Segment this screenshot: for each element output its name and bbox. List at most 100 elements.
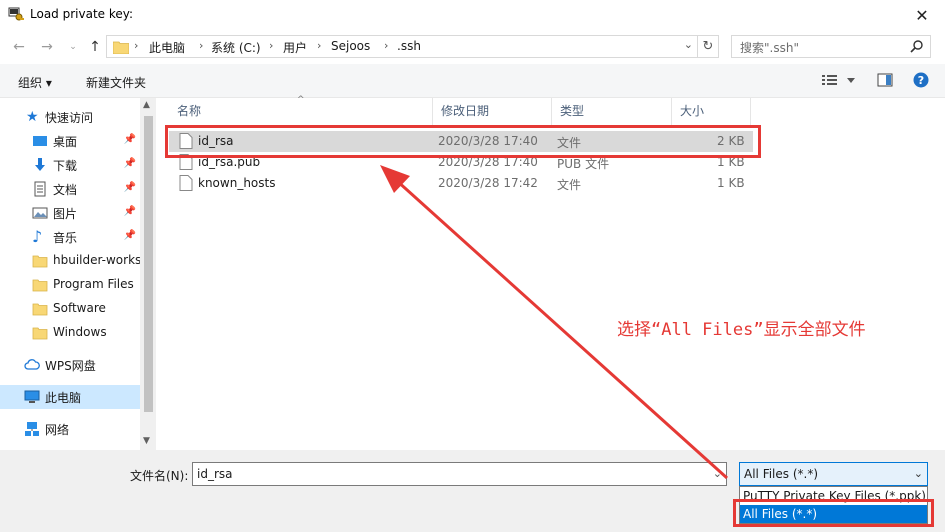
address-bar: ← → ⌄ ↑ › 此电脑 › 系统 (C:) › 用户 › Sejoos › … (0, 30, 945, 64)
sidebar-item-label: Software (53, 301, 106, 315)
refresh-icon: ↻ (702, 39, 714, 54)
navigation-pane: ★ 快速访问 桌面 📌 下载 📌 文档 📌 图片 📌 ♪ 音乐 📌 hbuild… (0, 98, 156, 450)
preview-pane-icon[interactable] (877, 72, 893, 88)
pin-icon: 📌 (123, 158, 136, 169)
column-header-modified[interactable]: 修改日期 (433, 98, 552, 125)
sidebar-item-desktop[interactable]: 桌面 📌 (0, 129, 140, 153)
search-input[interactable]: 搜索".ssh" (731, 35, 931, 58)
document-icon (34, 181, 46, 197)
file-size: 1 KB (717, 176, 745, 190)
sidebar-item-program-files[interactable]: Program Files (0, 273, 140, 297)
breadcrumb-item[interactable]: .ssh (397, 39, 421, 53)
command-bar: 组织 ▾ 新建文件夹 ? (0, 64, 945, 98)
breadcrumb-separator: › (269, 39, 274, 52)
breadcrumb-item[interactable]: 系统 (C:) (211, 39, 261, 56)
folder-icon (32, 255, 48, 268)
folder-icon (32, 279, 48, 292)
pin-icon: 📌 (123, 206, 136, 217)
filetype-value: All Files (*.*) (744, 467, 819, 481)
sidebar-item-hbuilder[interactable]: hbuilder-works (0, 249, 141, 273)
sidebar-item-documents[interactable]: 文档 📌 (0, 177, 140, 201)
sidebar-item-downloads[interactable]: 下载 📌 (0, 153, 140, 177)
sidebar-item-quick-access[interactable]: ★ 快速访问 (0, 105, 140, 129)
organize-button[interactable]: 组织 ▾ (18, 74, 52, 91)
breadcrumb-separator: › (317, 39, 322, 52)
sidebar-item-label: 此电脑 (45, 391, 82, 405)
folder-icon (113, 41, 129, 54)
help-icon[interactable]: ? (913, 72, 929, 88)
breadcrumb-item[interactable]: 用户 (283, 39, 307, 56)
sidebar-item-label: 快速访问 (45, 111, 94, 125)
computer-icon (24, 390, 40, 403)
close-button[interactable]: ✕ (899, 0, 945, 30)
file-modified: 2020/3/28 17:42 (438, 176, 538, 190)
sidebar-item-software[interactable]: Software (0, 297, 140, 321)
picture-icon (32, 207, 48, 219)
file-type: 文件 (557, 178, 582, 192)
sidebar-item-wps-drive[interactable]: WPS网盘 (0, 353, 140, 377)
sidebar-item-pictures[interactable]: 图片 📌 (0, 201, 140, 225)
sidebar-item-label: 文档 (53, 183, 78, 197)
scrollbar-thumb[interactable] (144, 116, 153, 412)
sidebar-item-network[interactable]: 网络 (0, 417, 140, 441)
network-icon (25, 422, 39, 436)
sidebar-item-label: 网络 (45, 423, 70, 437)
new-folder-button[interactable]: 新建文件夹 (86, 74, 146, 91)
title-bar: Load private key: ✕ (0, 0, 945, 30)
forward-arrow-icon[interactable]: → (38, 38, 56, 56)
sidebar-item-label: Windows (53, 325, 107, 339)
sidebar-item-label: 桌面 (53, 135, 78, 149)
sidebar-item-windows[interactable]: Windows (0, 321, 140, 345)
download-icon (35, 158, 45, 171)
breadcrumb-separator: › (384, 39, 389, 52)
sidebar-item-label: Program Files (53, 277, 134, 291)
sidebar-item-label: 音乐 (53, 231, 78, 245)
scroll-up-icon[interactable]: ▲ (143, 100, 150, 110)
sidebar-item-label: WPS网盘 (45, 359, 96, 373)
annotation-box-option (733, 499, 934, 527)
filename-input[interactable]: id_rsa ⌄ (192, 462, 727, 486)
folder-icon (32, 327, 48, 340)
putty-key-icon (8, 7, 24, 21)
chevron-down-icon[interactable]: ⌄ (713, 467, 722, 480)
search-placeholder: 搜索".ssh" (740, 41, 799, 55)
annotation-box-file (165, 125, 761, 158)
chevron-down-icon[interactable]: ⌄ (684, 38, 693, 51)
pin-icon: 📌 (123, 182, 136, 193)
cloud-icon (24, 359, 40, 370)
star-icon: ★ (26, 109, 39, 125)
file-icon (179, 175, 193, 191)
breadcrumb-item[interactable]: Sejoos (331, 39, 370, 53)
file-name: known_hosts (198, 176, 276, 190)
column-header-name[interactable]: 名称 (169, 98, 433, 125)
breadcrumb-item[interactable]: 此电脑 (149, 39, 185, 56)
column-header-size[interactable]: 大小 (672, 98, 751, 125)
up-arrow-icon[interactable]: ↑ (86, 38, 104, 56)
column-header-type[interactable]: 类型 (552, 98, 672, 125)
annotation-text: 选择“All Files”显示全部文件 (617, 320, 866, 340)
sidebar-item-music[interactable]: ♪ 音乐 📌 (0, 225, 140, 249)
desktop-icon (33, 136, 47, 146)
scroll-down-icon[interactable]: ▼ (143, 436, 150, 446)
filename-value: id_rsa (197, 467, 233, 481)
folder-icon (32, 303, 48, 316)
svg-text:?: ? (918, 74, 924, 87)
breadcrumb[interactable]: › 此电脑 › 系统 (C:) › 用户 › Sejoos › .ssh ⌄ (106, 35, 698, 58)
refresh-button[interactable]: ↻ (698, 35, 719, 58)
pin-icon: 📌 (123, 134, 136, 145)
sidebar-scrollbar[interactable]: ▲ ▼ (140, 98, 156, 450)
sidebar-item-label: hbuilder-works (53, 253, 141, 267)
table-row[interactable]: known_hosts 2020/3/28 17:42 文件 1 KB (169, 173, 753, 194)
sidebar-item-this-pc[interactable]: 此电脑 (0, 385, 140, 409)
breadcrumb-separator: › (134, 39, 139, 52)
view-details-icon[interactable] (822, 72, 856, 88)
sidebar-item-label: 下载 (53, 159, 78, 173)
filetype-select[interactable]: All Files (*.*) ⌄ (739, 462, 928, 486)
search-icon (910, 40, 923, 53)
filename-label: 文件名(N): (130, 469, 189, 483)
recent-chevron-icon[interactable]: ⌄ (64, 38, 82, 56)
close-icon: ✕ (915, 5, 929, 25)
music-icon: ♪ (32, 227, 43, 246)
back-arrow-icon[interactable]: ← (10, 38, 28, 56)
pin-icon: 📌 (123, 230, 136, 241)
